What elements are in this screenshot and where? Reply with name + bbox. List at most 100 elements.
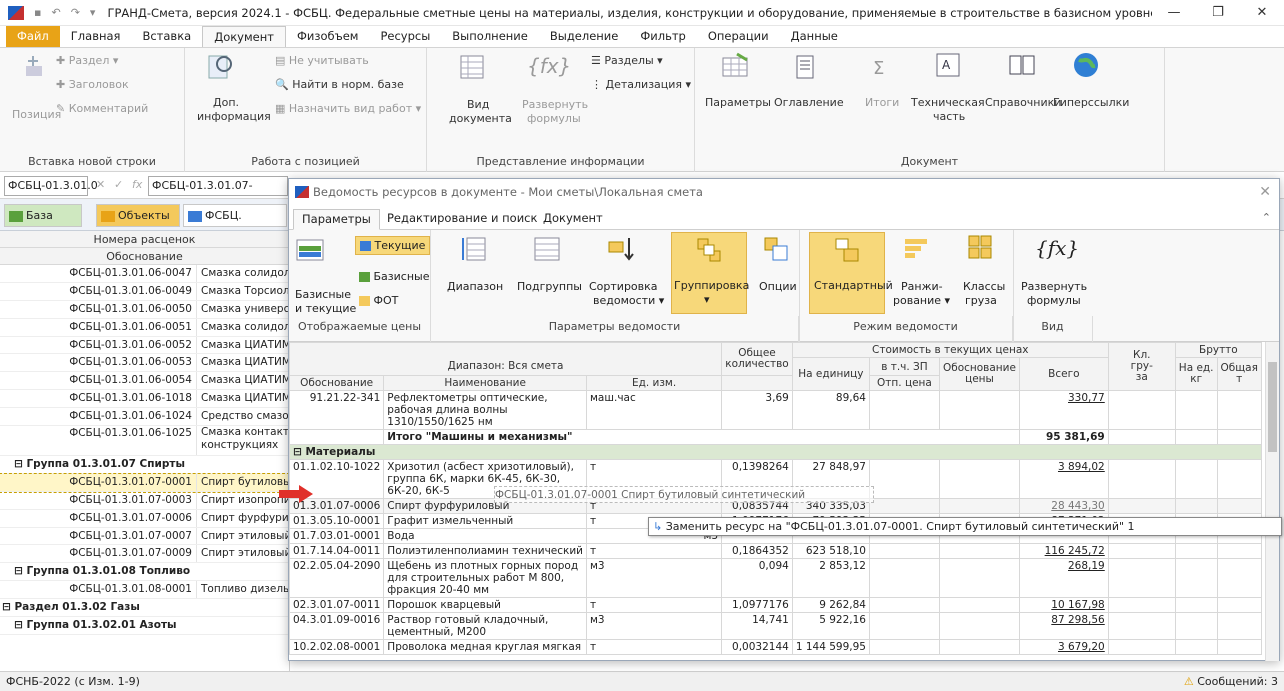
tab-document[interactable]: Документ — [202, 26, 286, 47]
tech-part-button[interactable]: Техническая — [911, 96, 985, 109]
minimize-button[interactable]: — — [1152, 5, 1196, 20]
base-prices-button[interactable]: Базисные — [359, 270, 429, 283]
tree-row[interactable]: ФСБЦ-01.3.01.06-0049 Смазка Торсиол-5 — [0, 282, 289, 301]
subgroups-button[interactable]: Подгруппы — [517, 280, 582, 293]
row-total[interactable]: 87 298,56 — [1018, 612, 1109, 640]
cargo-classes-button[interactable]: Классы — [963, 280, 1005, 293]
confirm-icon[interactable]: ✓ — [114, 178, 123, 191]
maximize-button[interactable]: ❐ — [1196, 5, 1240, 20]
table-row[interactable]: 02.3.01.07-0011 Порошок кварцевый т 1,09… — [289, 597, 1279, 613]
tree-row[interactable]: ФСБЦ-01.3.01.06-1025 Смазка контактнаконс… — [0, 426, 289, 457]
grouping-button[interactable]: Группировка ▾ — [671, 232, 749, 314]
ranking-button[interactable]: Ранжи- — [901, 280, 943, 293]
tab-home[interactable]: Главная — [60, 26, 132, 47]
cell-reference-input[interactable]: ФСБЦ-01.3.01.0 — [4, 176, 98, 196]
undo-icon[interactable]: ↶ — [51, 6, 60, 19]
tree-row[interactable]: ФСБЦ-01.3.01.06-0054 Смазка ЦИАТИМ- — [0, 372, 289, 391]
tab-edit-search[interactable]: Редактирование и поиск — [379, 209, 545, 230]
tab-resources[interactable]: Ресурсы — [369, 26, 441, 47]
scroll-thumb[interactable] — [1268, 362, 1277, 452]
row-total[interactable]: 10 167,98 — [1018, 597, 1109, 613]
tab-file[interactable]: Файл — [6, 26, 60, 47]
customize-icon[interactable]: ▾ — [90, 6, 96, 19]
fot-button[interactable]: ФОТ — [359, 294, 398, 307]
tab-selection[interactable]: Выделение — [539, 26, 630, 47]
extra-info-button[interactable]: Доп. — [213, 96, 239, 109]
tree-row[interactable]: ФСБЦ-01.3.01.06-0052 Смазка ЦИАТИМ- — [0, 336, 289, 355]
tab-execution[interactable]: Выполнение — [441, 26, 539, 47]
tree-group[interactable]: ⊟ Группа 01.3.01.08 Топливо — [0, 563, 289, 582]
tree-row[interactable]: ФСБЦ-01.3.01.07-0006 Спирт фурфурило — [0, 509, 289, 528]
comment-button[interactable]: ✎ Комментарий — [56, 102, 148, 115]
row-total[interactable]: 116 245,72 — [1018, 543, 1109, 559]
options-button[interactable]: Опции — [759, 280, 797, 293]
tree-row[interactable]: ФСБЦ-01.3.01.06-0051 Смазка солидол ж — [0, 318, 289, 337]
row-total[interactable]: 28 443,30 — [1018, 498, 1109, 514]
detail-button[interactable]: ⋮ Детализация ▾ — [591, 78, 691, 91]
section-button[interactable]: ✚ Раздел ▾ — [56, 54, 118, 67]
base-and-current-button[interactable]: Базисные — [295, 288, 351, 301]
parameters-button[interactable]: Параметры — [705, 96, 771, 109]
current-prices-button[interactable]: Текущие — [355, 236, 431, 255]
tab-operations[interactable]: Операции — [697, 26, 780, 47]
tree-row[interactable]: ФСБЦ-01.3.01.06-0053 Смазка ЦИАТИМ- — [0, 354, 289, 373]
tab-insert[interactable]: Вставка — [131, 26, 202, 47]
totals-button[interactable]: Итоги — [865, 96, 899, 109]
heading-button[interactable]: ✚ Заголовок — [56, 78, 129, 91]
tree-group[interactable]: ⊟ Раздел 01.3.02 Газы — [0, 599, 289, 618]
tree-group[interactable]: ⊟ Группа 01.3.02.01 Азоты — [0, 617, 289, 635]
tree-row[interactable]: ФСБЦ-01.3.01.07-0003 Спирт изопропил — [0, 491, 289, 510]
table-row[interactable]: 91.21.22-341 Рефлектометры оптические, р… — [289, 390, 1279, 430]
tree-group[interactable]: ⊟ Группа 01.3.01.07 Спирты — [0, 456, 289, 474]
table-row[interactable]: 04.3.01.09-0016 Раствор готовый кладочны… — [289, 612, 1279, 640]
assign-work-type-button[interactable]: ▦ Назначить вид работ ▾ — [275, 102, 421, 115]
formula-input[interactable]: ФСБЦ-01.3.01.07- — [148, 176, 288, 196]
tab-parameters[interactable]: Параметры — [293, 209, 380, 230]
sections-button[interactable]: ☰ Разделы ▾ — [591, 54, 663, 67]
table-row[interactable]: 02.2.05.04-2090 Щебень из плотных горных… — [289, 558, 1279, 598]
expand-formulas-button[interactable]: Развернуть — [1021, 280, 1087, 293]
tab-objects[interactable]: Объекты — [96, 204, 180, 227]
messages-status[interactable]: ⚠ Сообщений: 3 — [1184, 672, 1278, 691]
tree-row[interactable]: ФСБЦ-01.3.01.06-1024 Средство смазочн — [0, 408, 289, 427]
tree-row[interactable]: ФСБЦ-01.3.01.06-0050 Смазка универсал — [0, 300, 289, 319]
cancel-icon[interactable]: ✕ — [96, 178, 105, 191]
row-total[interactable]: 3 679,20 — [1018, 639, 1109, 655]
vertical-scrollbar[interactable] — [1265, 342, 1279, 661]
total-row[interactable]: Итого "Машины и механизмы" 95 381,69 — [289, 429, 1279, 445]
tab-document[interactable]: Документ — [535, 209, 611, 230]
doc-view-button[interactable]: Вид — [467, 98, 489, 111]
position-button[interactable]: Позиция — [12, 108, 61, 121]
dialog-close-icon[interactable]: ✕ — [1259, 179, 1271, 206]
row-total[interactable]: 330,77 — [1018, 390, 1109, 430]
save-icon[interactable]: ▪ — [34, 6, 41, 19]
references-button[interactable]: Справочники — [985, 96, 1061, 109]
tree-row[interactable]: ФСБЦ-01.3.01.06-1018 Смазка ЦИАТИМ- — [0, 390, 289, 409]
range-button[interactable]: Диапазон — [447, 280, 503, 293]
toc-button[interactable]: Оглавление — [774, 96, 844, 109]
fx-icon[interactable]: fx — [132, 178, 142, 191]
tab-physvolume[interactable]: Физобъем — [286, 26, 370, 47]
tree-row[interactable]: ФСБЦ-01.3.01.08-0001 Топливо дизельн — [0, 581, 289, 600]
row-total[interactable]: 3 894,02 — [1018, 459, 1109, 499]
table-row[interactable]: 01.7.14.04-0011 Полиэтиленполиамин техни… — [289, 543, 1279, 559]
sort-button[interactable]: Сортировка — [589, 280, 658, 293]
expand-formulas-button[interactable]: Развернуть — [522, 98, 588, 111]
find-in-base-button[interactable]: 🔍 Найти в норм. базе — [275, 78, 404, 91]
standard-mode-button[interactable]: Стандартный — [809, 232, 893, 314]
table-row[interactable]: 10.2.02.08-0001 Проволока медная круглая… — [289, 639, 1279, 655]
row-total[interactable]: 268,19 — [1018, 558, 1109, 598]
tree-row[interactable]: ФСБЦ-01.3.01.07-0007 Спирт этиловый р — [0, 527, 289, 546]
redo-icon[interactable]: ↷ — [71, 6, 80, 19]
close-button[interactable]: ✕ — [1240, 5, 1284, 20]
tree-row[interactable]: ФСБЦ-01.3.01.06-0047 Смазка солидол с — [0, 265, 289, 283]
hyperlinks-button[interactable]: Гиперссылки — [1053, 96, 1129, 109]
collapse-ribbon-icon[interactable]: ⌃ — [1262, 211, 1271, 224]
tab-filter[interactable]: Фильтр — [629, 26, 697, 47]
ignore-button[interactable]: ▤ Не учитывать — [275, 54, 369, 67]
tab-data[interactable]: Данные — [780, 26, 849, 47]
section-row[interactable]: ⊟ Материалы — [289, 444, 1279, 460]
tab-base[interactable]: База — [4, 204, 82, 227]
tree-row-selected[interactable]: ФСБЦ-01.3.01.07-0001 Спирт бутиловый — [0, 472, 290, 493]
tab-fsbc[interactable]: ФСБЦ. Федера — [183, 204, 287, 243]
